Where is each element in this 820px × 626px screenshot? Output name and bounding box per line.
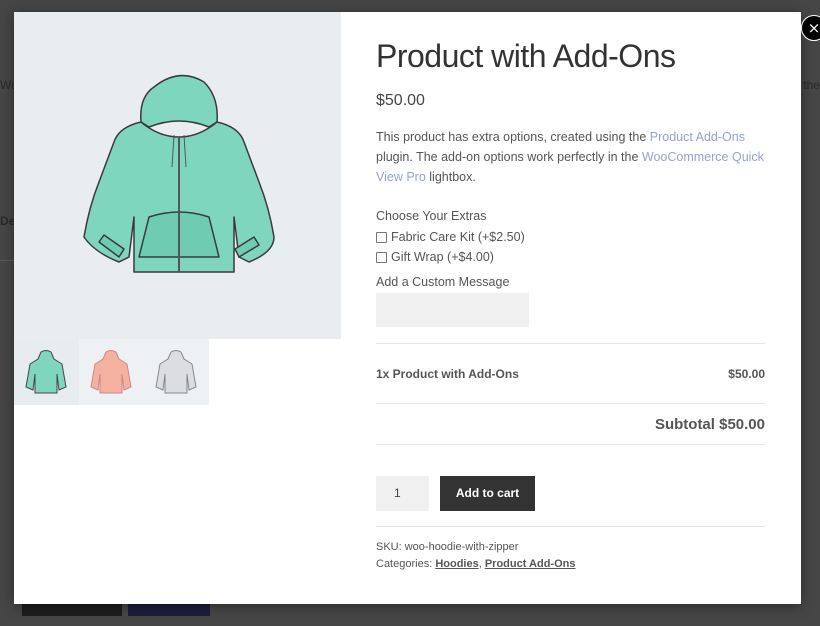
product-categories: Categories: Hoodies, Product Add-Ons — [376, 558, 576, 570]
line-item-price: $50.00 — [728, 367, 765, 381]
thumbnail-green-hoodie[interactable] — [14, 339, 79, 405]
subtotal: Subtotal $50.00 — [654, 416, 765, 433]
description-text: This product has extra options, created … — [376, 130, 650, 144]
description-text: lightbox. — [425, 170, 476, 184]
close-icon[interactable]: × — [808, 19, 820, 37]
line-item-name: 1x Product with Add-Ons — [376, 367, 519, 381]
main-product-image[interactable] — [14, 12, 341, 339]
extras-label: Choose Your Extras — [376, 209, 487, 223]
checkbox[interactable] — [376, 231, 387, 243]
hoodie-thumbnail-icon — [155, 350, 197, 394]
category-link-product-addons[interactable]: Product Add-Ons — [485, 558, 576, 570]
extra-option-label: Gift Wrap (+$4.00) — [391, 250, 494, 264]
quantity-input[interactable]: 1 — [376, 476, 429, 511]
product-price: $50.00 — [376, 92, 425, 109]
checkbox[interactable] — [376, 251, 387, 263]
divider — [376, 403, 765, 404]
close-button[interactable]: × — [801, 15, 820, 41]
extra-option-label: Fabric Care Kit (+$2.50) — [391, 230, 525, 244]
custom-message-label: Add a Custom Message — [376, 275, 510, 289]
thumbnail-pink-hoodie[interactable] — [79, 339, 144, 405]
description-text: plugin. The add-on options work perfectl… — [376, 150, 642, 164]
thumbnail-grey-hoodie[interactable] — [144, 339, 209, 405]
thumbnail-strip — [14, 339, 210, 405]
product-title: Product with Add-Ons — [376, 38, 676, 74]
product-sku: SKU: woo-hoodie-with-zipper — [376, 541, 519, 553]
hoodie-thumbnail-icon — [25, 350, 67, 394]
hoodie-thumbnail-icon — [90, 350, 132, 394]
add-to-cart-button[interactable]: Add to cart — [440, 476, 535, 511]
custom-message-input[interactable] — [376, 293, 529, 327]
divider — [376, 444, 765, 445]
background-divider — [0, 260, 14, 261]
extra-option-gift-wrap[interactable]: Gift Wrap (+$4.00) — [376, 250, 494, 264]
quick-view-modal: × Product with Add-Ons $50.00 This produ… — [14, 12, 820, 604]
divider — [376, 526, 765, 527]
product-description: This product has extra options, created … — [376, 127, 766, 187]
product-addons-link[interactable]: Product Add-Ons — [650, 130, 745, 144]
extra-option-fabric-care[interactable]: Fabric Care Kit (+$2.50) — [376, 230, 525, 244]
divider — [376, 343, 765, 344]
hoodie-image — [83, 74, 275, 273]
background-text: the — [803, 78, 820, 92]
categories-label: Categories: — [376, 558, 436, 570]
category-link-hoodies[interactable]: Hoodies — [435, 558, 478, 570]
